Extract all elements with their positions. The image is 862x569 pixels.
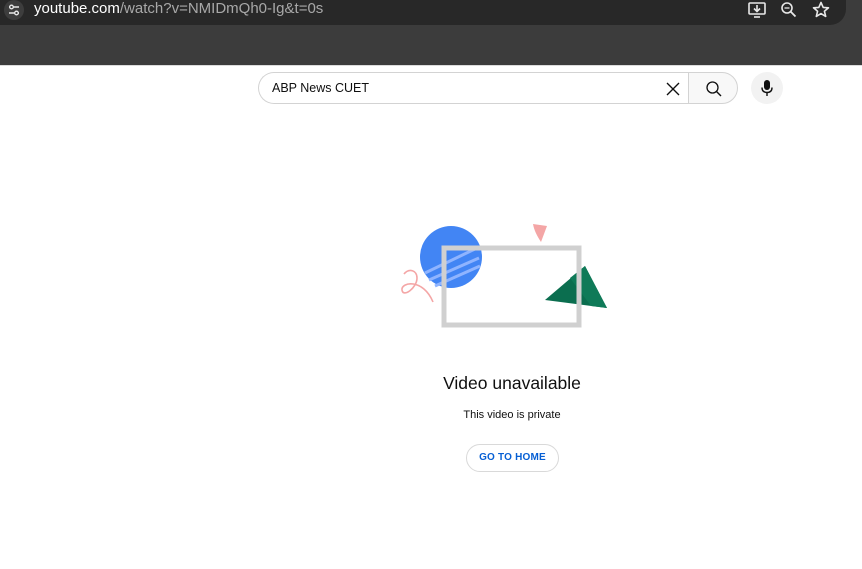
error-subtitle: This video is private: [463, 409, 561, 421]
clear-icon[interactable]: [664, 80, 682, 98]
bookmark-star-icon[interactable]: [811, 0, 831, 20]
zoom-icon[interactable]: [779, 0, 799, 20]
browser-toolbar: youtube.com/watch?v=NMIDmQh0-Ig&t=0s: [0, 0, 862, 66]
site-info-icon[interactable]: [4, 0, 24, 20]
error-title: Video unavailable: [443, 373, 581, 393]
search-input[interactable]: ABP News CUET: [258, 72, 688, 104]
voice-search-button[interactable]: [751, 72, 783, 104]
search-query-text: ABP News CUET: [272, 81, 370, 95]
install-app-icon[interactable]: [747, 0, 767, 20]
url-domain: youtube.com: [34, 0, 120, 17]
go-to-home-button[interactable]: GO TO HOME: [466, 444, 559, 472]
search-button[interactable]: [688, 72, 738, 104]
video-unavailable-illustration: [395, 218, 615, 334]
address-bar[interactable]: youtube.com/watch?v=NMIDmQh0-Ig&t=0s: [0, 0, 846, 25]
url-path: /watch?v=NMIDmQh0-Ig&t=0s: [119, 0, 324, 17]
toolbar-divider: [0, 65, 862, 66]
url-text[interactable]: youtube.com/watch?v=NMIDmQh0-Ig&t=0s: [34, 0, 323, 18]
